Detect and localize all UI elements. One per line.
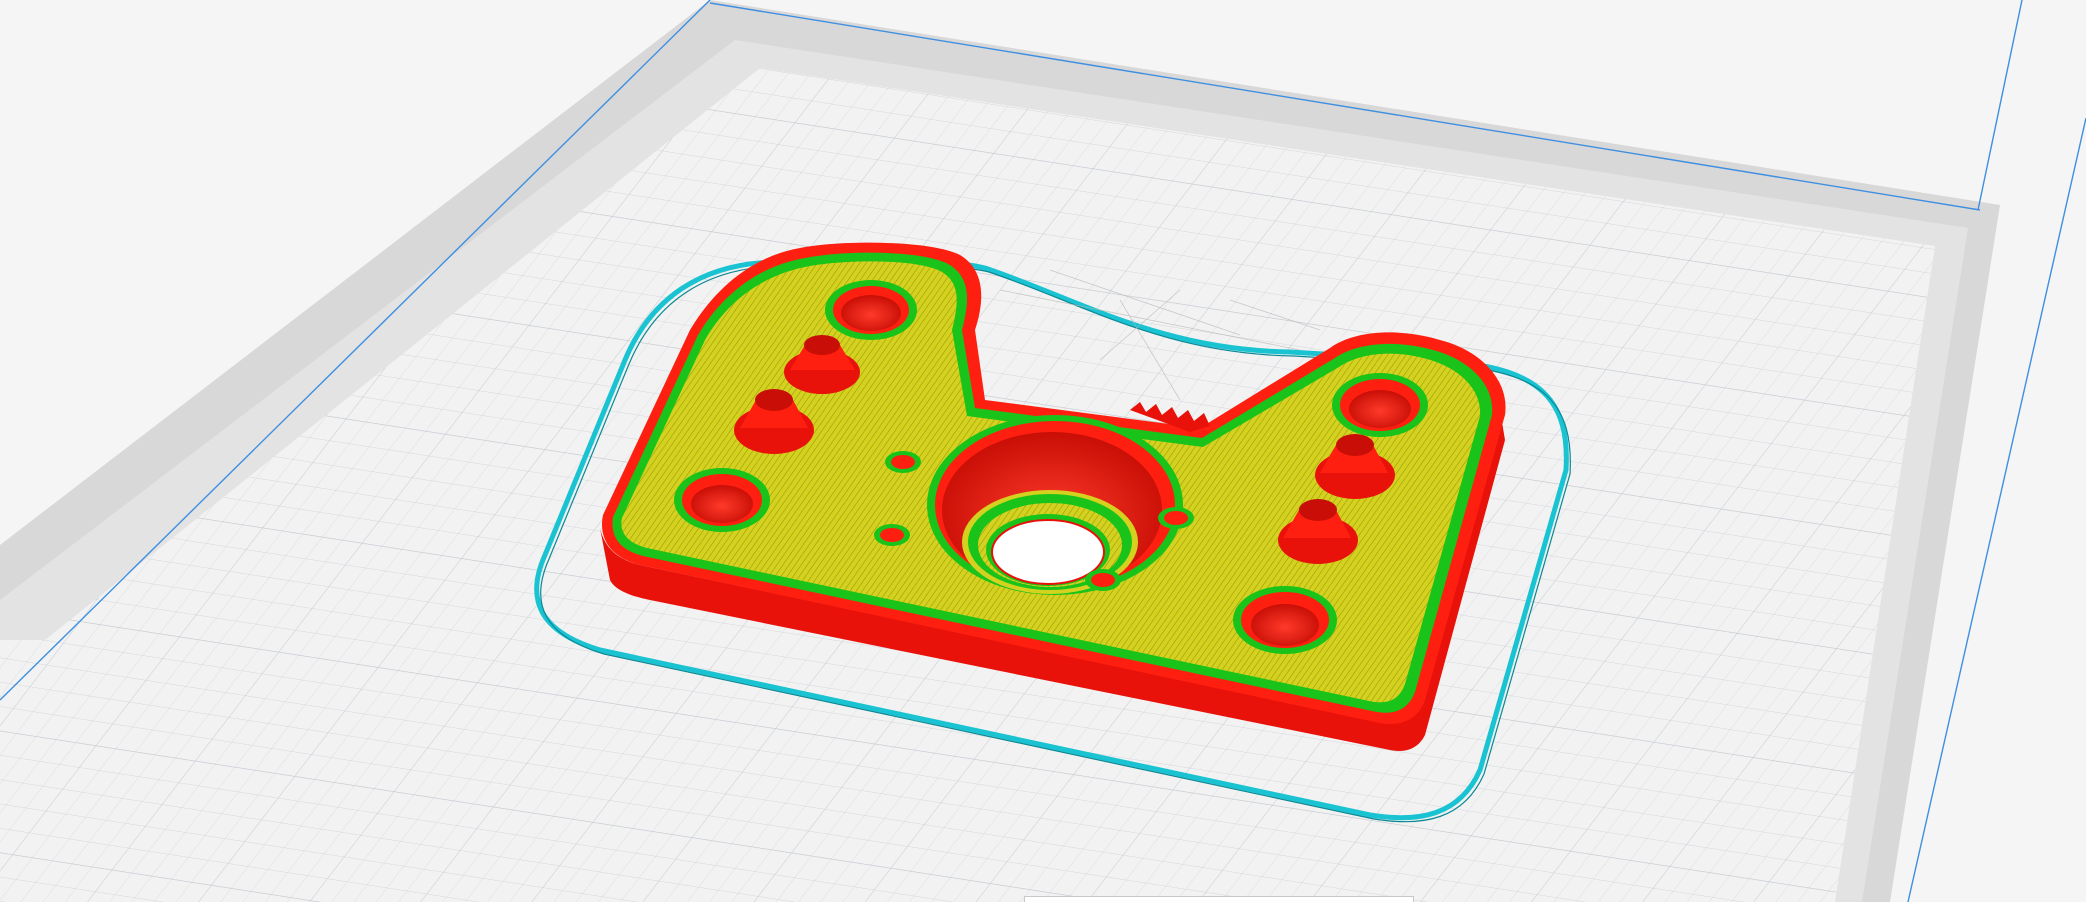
- build-plate-scene[interactable]: [0, 0, 2086, 902]
- hole-counterbore-2: [674, 468, 770, 532]
- mount-hole-2: [874, 524, 910, 546]
- bottom-panel-edge[interactable]: [1024, 896, 1414, 902]
- center-bore: [927, 415, 1183, 595]
- hole-counterbore-3: [1332, 373, 1428, 437]
- mount-hole-3: [1158, 507, 1194, 529]
- layer-view-viewport[interactable]: [0, 0, 2086, 902]
- hole-counterbore-1: [825, 280, 917, 340]
- mount-hole-1: [885, 451, 921, 473]
- hole-counterbore-4: [1233, 586, 1337, 654]
- mount-hole-4: [1085, 569, 1121, 591]
